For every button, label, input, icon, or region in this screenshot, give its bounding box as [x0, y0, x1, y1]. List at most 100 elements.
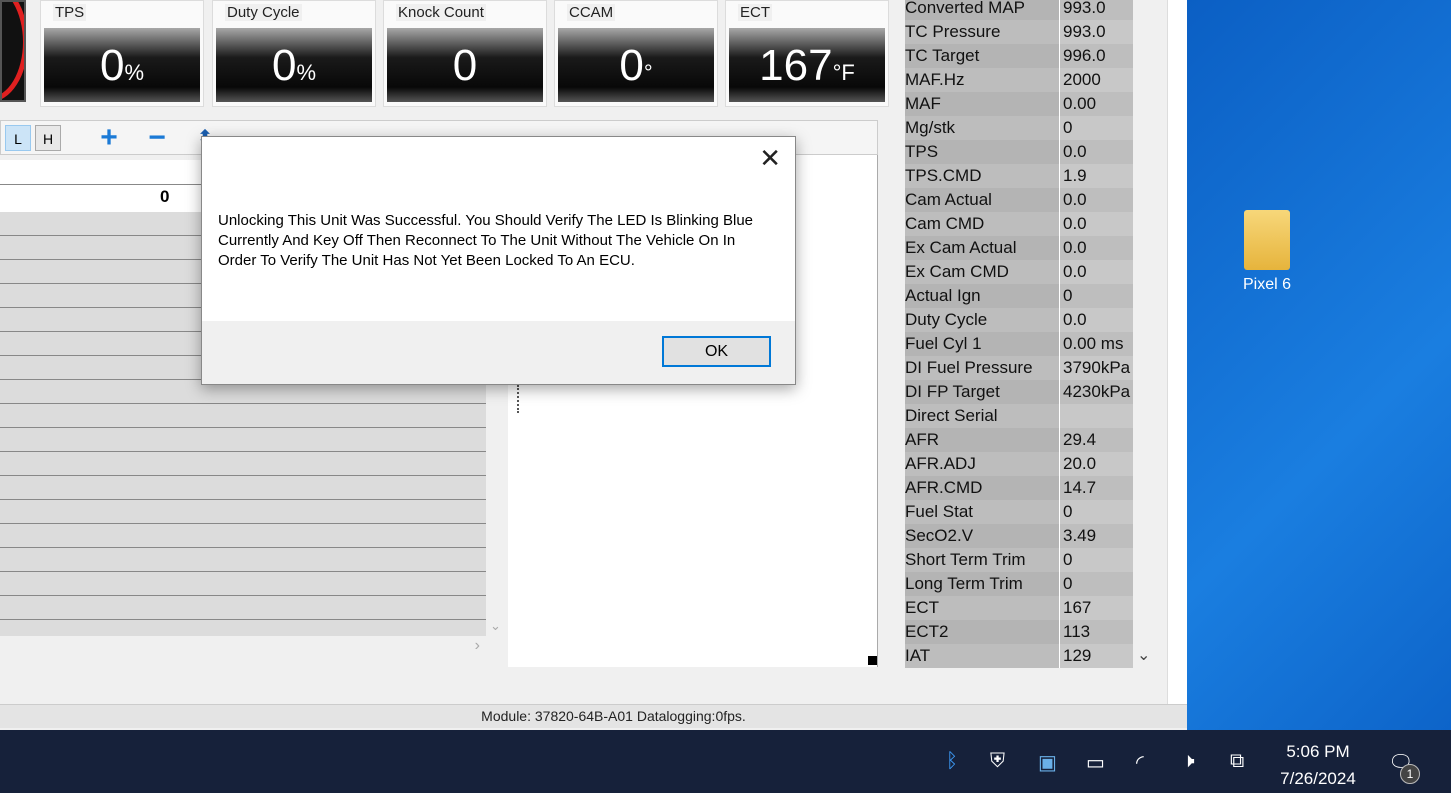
sensor-name: Converted MAP [905, 0, 1060, 20]
gauge-display: 167°F [729, 28, 885, 102]
sensor-name: Ex Cam Actual [905, 236, 1060, 260]
sensor-value: 996.0 [1060, 44, 1133, 68]
table-row: DI Fuel Pressure 3790kPa [905, 356, 1133, 380]
sensor-name: AFR [905, 428, 1060, 452]
high-button[interactable]: H [35, 125, 61, 151]
gauge-tps: TPS 0% [40, 0, 204, 107]
gauge-label: ECT [738, 4, 772, 21]
gauge-duty-cycle: Duty Cycle 0% [212, 0, 376, 107]
table-row: TC Target 996.0 [905, 44, 1133, 68]
gauge-value: 0 [619, 41, 644, 90]
sensor-name: ECT [905, 596, 1060, 620]
sensor-name: Actual Ign [905, 284, 1060, 308]
minus-icon[interactable]: − [143, 123, 171, 153]
sensor-name: IAT [905, 644, 1060, 668]
gauge-value: 0 [271, 41, 297, 90]
clock-time: 5:06 PM [1286, 742, 1350, 761]
table-row: AFR.ADJ 20.0 [905, 452, 1133, 476]
resize-handle[interactable] [868, 656, 877, 665]
sensor-value: 2000 [1060, 68, 1133, 92]
table-row: Duty Cycle 0.0 [905, 308, 1133, 332]
sensor-name: Ex Cam CMD [905, 260, 1060, 284]
plus-icon[interactable]: + [95, 123, 123, 153]
ok-button[interactable]: OK [662, 336, 771, 367]
sensor-name: TC Target [905, 44, 1060, 68]
grid-row [0, 524, 486, 548]
sensor-name: MAF.Hz [905, 68, 1060, 92]
sensor-value: 0.0 [1060, 140, 1133, 164]
sensor-value: 167 [1060, 596, 1133, 620]
clock[interactable]: 5:06 PM 7/26/2024 [1270, 738, 1366, 792]
sensor-name: DI FP Target [905, 380, 1060, 404]
sensor-value: 0.0 [1060, 188, 1133, 212]
sensor-name: Short Term Trim [905, 548, 1060, 572]
table-row: AFR.CMD 14.7 [905, 476, 1133, 500]
low-button[interactable]: L [5, 125, 31, 151]
grid-row [0, 572, 486, 596]
security-shield-icon[interactable]: ⛨ [990, 750, 1005, 773]
table-row: TC Pressure 993.0 [905, 20, 1133, 44]
sensor-name: Fuel Stat [905, 500, 1060, 524]
gauge-display: 0% [216, 28, 372, 102]
wifi-icon[interactable]: ◜ [1136, 750, 1144, 775]
message-dialog: ✕ Unlocking This Unit Was Successful. Yo… [201, 136, 796, 385]
table-row: Converted MAP 993.0 [905, 0, 1133, 20]
sensor-value: 0.0 [1060, 236, 1133, 260]
sensor-name: TPS.CMD [905, 164, 1060, 188]
chevron-down-icon[interactable]: ⌄ [490, 618, 501, 634]
table-row: DI FP Target 4230kPa [905, 380, 1133, 404]
sensor-value: 993.0 [1060, 0, 1133, 20]
table-row: SecO2.V 3.49 [905, 524, 1133, 548]
sensor-value: 0.00 ms [1060, 332, 1133, 356]
table-row: Short Term Trim 0 [905, 548, 1133, 572]
desktop-icon-label: Pixel 6 [1242, 276, 1292, 293]
sensor-value: 14.7 [1060, 476, 1133, 500]
grid-row [0, 476, 486, 500]
volume-icon[interactable]: 🕨 [1182, 750, 1195, 773]
sensor-value: 0.0 [1060, 212, 1133, 236]
gauge-ccam: CCAM 0° [554, 0, 718, 107]
close-icon[interactable]: ✕ [759, 143, 781, 174]
horizontal-scrollbar[interactable]: › [0, 636, 486, 658]
display-sync-icon[interactable]: ⧉ [1230, 750, 1244, 773]
table-row: TPS 0.0 [905, 140, 1133, 164]
table-row: Cam CMD 0.0 [905, 212, 1133, 236]
sensor-value: 29.4 [1060, 428, 1133, 452]
sensor-value: 3790kPa [1060, 356, 1133, 380]
chevron-right-icon[interactable]: › [475, 637, 480, 655]
gauge-ect: ECT 167°F [725, 0, 889, 107]
gauge-value: 167 [759, 41, 833, 90]
battery-icon[interactable]: ▭ [1086, 750, 1105, 775]
gauge-unit: % [124, 60, 145, 85]
gauge-display: 0 [387, 28, 543, 102]
sensor-value: 0 [1060, 572, 1133, 596]
sensor-name: MAF [905, 92, 1060, 116]
grid-header-value: 0 [160, 187, 170, 206]
table-row: AFR 29.4 [905, 428, 1133, 452]
desktop [1187, 0, 1451, 730]
sensor-name: TC Pressure [905, 20, 1060, 44]
sensor-name: Mg/stk [905, 116, 1060, 140]
gauge-unit: ° [643, 60, 653, 85]
grid-row [0, 548, 486, 572]
sensor-name: SecO2.V [905, 524, 1060, 548]
chart-cursor [517, 385, 519, 413]
table-row: Fuel Stat 0 [905, 500, 1133, 524]
sensor-value: 20.0 [1060, 452, 1133, 476]
chevron-down-icon[interactable]: ⌄ [1137, 645, 1150, 665]
dialog-footer: OK [202, 321, 795, 384]
sensor-table: Converted MAP 993.0 TC Pressure 993.0 TC Tar… [905, 0, 1133, 668]
sensor-value: 113 [1060, 620, 1133, 644]
table-row: Mg/stk 0 [905, 116, 1133, 140]
sensor-name: DI Fuel Pressure [905, 356, 1060, 380]
sensor-value: 129 [1060, 644, 1133, 668]
table-row: Actual Ign 0 [905, 284, 1133, 308]
gauge-label: TPS [53, 4, 87, 21]
table-row: Long Term Trim 0 [905, 572, 1133, 596]
folder-icon [1244, 210, 1290, 270]
gauge-unit: °F [832, 60, 855, 85]
table-row: MAF 0.00 [905, 92, 1133, 116]
app-tray-icon[interactable]: ▣ [1038, 750, 1057, 775]
bluetooth-icon[interactable]: ᛒ [946, 750, 958, 773]
desktop-icon-pixel-6[interactable]: Pixel 6 [1230, 210, 1304, 294]
